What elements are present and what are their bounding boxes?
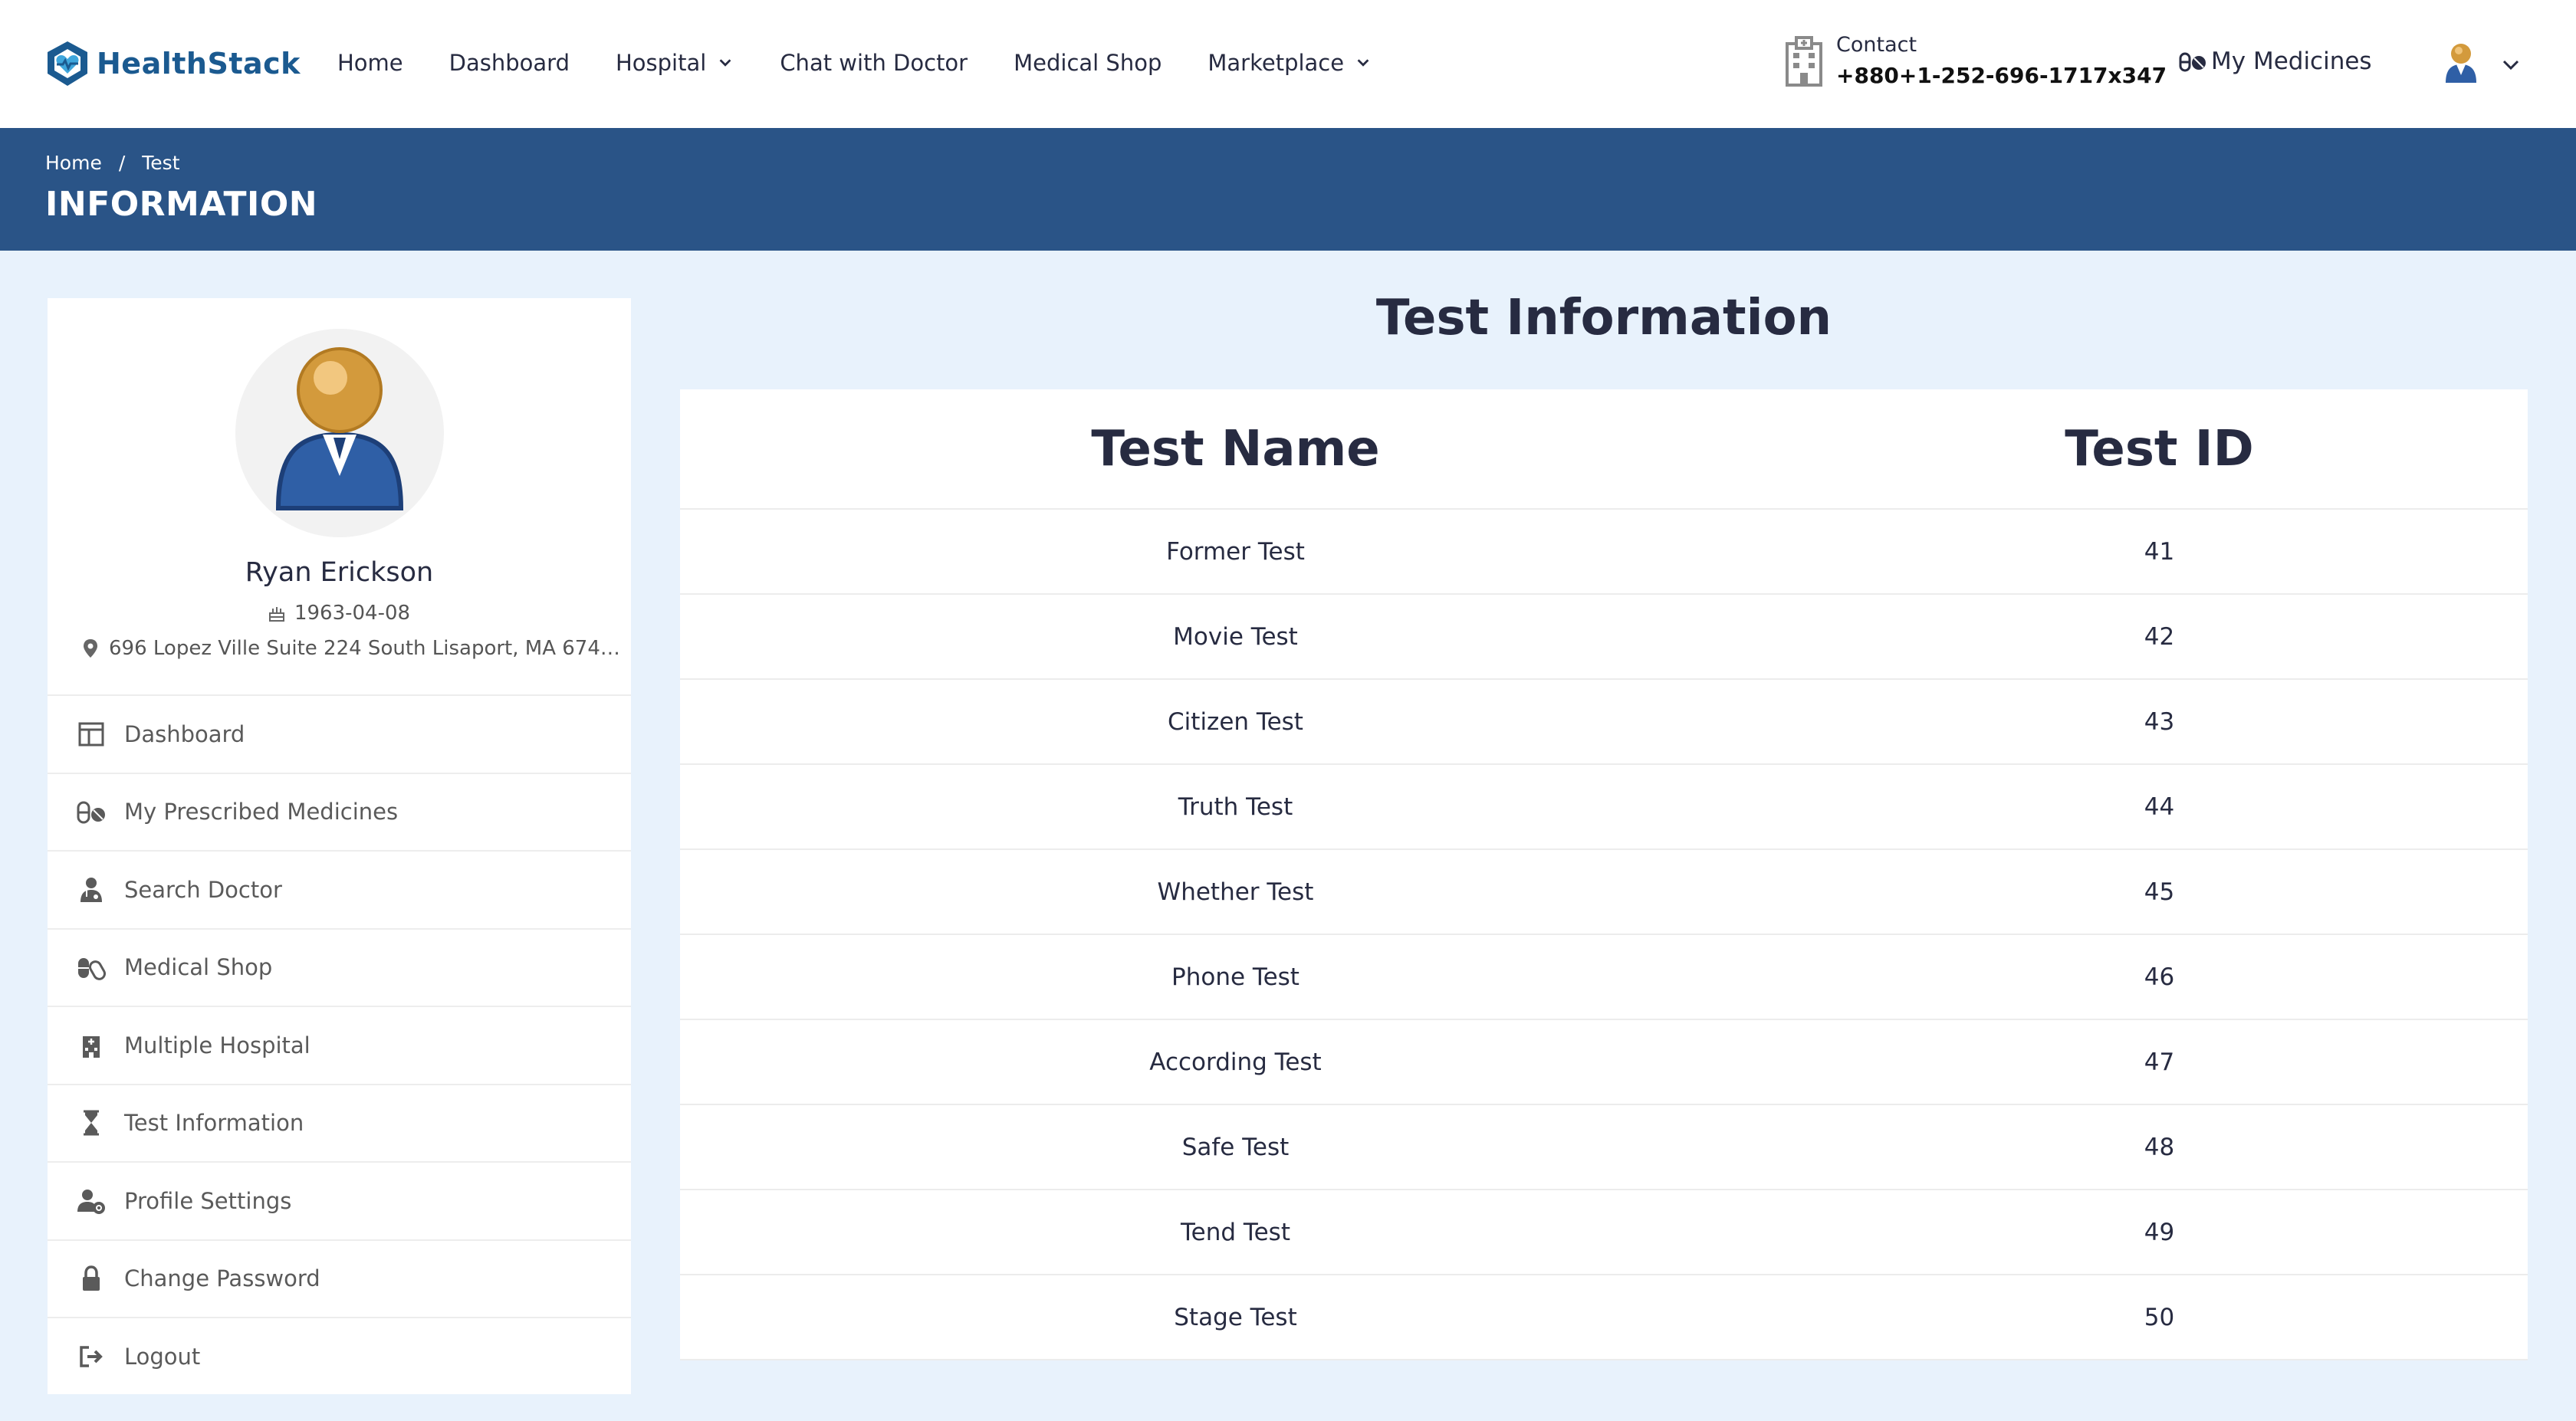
table-row: Movie Test 42 xyxy=(680,594,2528,680)
capsules-icon xyxy=(78,958,106,981)
table-row: Stage Test 50 xyxy=(680,1275,2528,1360)
test-name-cell: According Test xyxy=(680,1019,1791,1105)
profile-sidebar: Ryan Erickson 1963-04-08 696 Lopez Ville… xyxy=(48,298,631,1394)
sidebar-item-logout[interactable]: Logout xyxy=(48,1317,631,1395)
test-name-cell: Movie Test xyxy=(680,594,1791,680)
profile-avatar xyxy=(235,329,444,537)
chevron-down-icon xyxy=(1357,59,1369,67)
user-avatar-icon xyxy=(275,347,404,510)
sidebar-item-medical-shop[interactable]: Medical Shop xyxy=(48,927,631,1006)
test-id-cell: 47 xyxy=(1791,1019,2528,1105)
test-name-cell: Tend Test xyxy=(680,1190,1791,1275)
table-row: Phone Test 46 xyxy=(680,934,2528,1020)
test-name-cell: Safe Test xyxy=(680,1104,1791,1190)
sidebar-item-search-doctor[interactable]: Search Doctor xyxy=(48,850,631,928)
sidebar-item-test-information[interactable]: Test Information xyxy=(48,1083,631,1162)
table-header-row: Test Name Test ID xyxy=(680,389,2528,510)
table-row: Safe Test 48 xyxy=(680,1104,2528,1190)
doctor-icon xyxy=(80,877,102,902)
top-header: HealthStack Home Dashboard Hospital Chat… xyxy=(0,0,2576,128)
pills-icon xyxy=(2179,52,2206,72)
logo-icon xyxy=(48,41,87,86)
nav-chat-with-doctor[interactable]: Chat with Doctor xyxy=(780,50,968,76)
hourglass-icon xyxy=(84,1110,99,1136)
dashboard-icon xyxy=(78,722,104,747)
table-row: Truth Test 44 xyxy=(680,764,2528,850)
profile-dob: 1963-04-08 xyxy=(48,602,631,625)
user-cog-icon xyxy=(77,1189,105,1214)
breadcrumb-home[interactable]: Home xyxy=(45,152,102,174)
column-header-test-id: Test ID xyxy=(1791,389,2528,510)
test-id-cell: 42 xyxy=(1791,594,2528,680)
test-id-cell: 44 xyxy=(1791,764,2528,850)
sidebar-item-multiple-hospital[interactable]: Multiple Hospital xyxy=(48,1006,631,1084)
contact-phone[interactable]: +880+1-252-696-1717x347 xyxy=(1836,60,2167,92)
table-row: Tend Test 49 xyxy=(680,1190,2528,1275)
page-title: INFORMATION xyxy=(45,185,318,224)
my-medicines-link[interactable]: My Medicines xyxy=(2179,48,2372,75)
logo[interactable]: HealthStack xyxy=(43,38,301,89)
test-name-cell: Phone Test xyxy=(680,934,1791,1020)
profile-name: Ryan Erickson xyxy=(245,557,434,588)
birthday-cake-icon xyxy=(268,607,284,622)
nav-marketplace[interactable]: Marketplace xyxy=(1208,50,1372,76)
pills-icon xyxy=(77,801,105,824)
lock-icon xyxy=(83,1265,100,1291)
nav-medical-shop[interactable]: Medical Shop xyxy=(1014,50,1162,76)
column-header-test-name: Test Name xyxy=(680,389,1791,510)
test-id-cell: 41 xyxy=(1791,509,2528,595)
sidebar-item-my-prescribed-medicines[interactable]: My Prescribed Medicines xyxy=(48,772,631,851)
nav-hospital[interactable]: Hospital xyxy=(616,50,734,76)
test-id-cell: 43 xyxy=(1791,679,2528,765)
test-id-cell: 45 xyxy=(1791,849,2528,935)
test-table-card: Test Name Test ID Former Test 41 Movie Te… xyxy=(680,389,2528,1360)
table-row: According Test 47 xyxy=(680,1019,2528,1105)
chevron-down-icon xyxy=(719,59,731,67)
test-name-cell: Stage Test xyxy=(680,1275,1791,1360)
breadcrumb: Home / Test xyxy=(45,152,180,174)
test-id-cell: 50 xyxy=(1791,1275,2528,1360)
table-row: Former Test 41 xyxy=(680,509,2528,595)
table-row: Citizen Test 43 xyxy=(680,679,2528,765)
user-avatar-icon[interactable] xyxy=(2443,40,2479,84)
breadcrumb-current: Test xyxy=(142,152,180,174)
sidebar-item-dashboard[interactable]: Dashboard xyxy=(48,694,631,773)
profile-address: 696 Lopez Ville Suite 224 South Lisaport… xyxy=(83,637,619,660)
page-banner: Home / Test INFORMATION xyxy=(0,128,2576,251)
test-name-cell: Citizen Test xyxy=(680,679,1791,765)
test-id-cell: 48 xyxy=(1791,1104,2528,1190)
test-id-cell: 49 xyxy=(1791,1190,2528,1275)
section-title: Test Information xyxy=(1375,290,1832,346)
test-name-cell: Whether Test xyxy=(680,849,1791,935)
breadcrumb-separator: / xyxy=(118,152,126,174)
contact-info: Contact +880+1-252-696-1717x347 xyxy=(1783,31,2167,92)
test-id-cell: 46 xyxy=(1791,934,2528,1020)
hospital-building-icon xyxy=(1786,36,1822,87)
chevron-down-icon[interactable] xyxy=(2501,57,2521,74)
sidebar-menu: Dashboard My Prescribed Medicines Search… xyxy=(48,694,631,1395)
contact-label: Contact xyxy=(1836,33,1917,57)
logo-text: HealthStack xyxy=(97,47,301,80)
location-pin-icon xyxy=(84,639,97,658)
table-row: Whether Test 45 xyxy=(680,849,2528,935)
sidebar-item-profile-settings[interactable]: Profile Settings xyxy=(48,1161,631,1239)
test-name-cell: Former Test xyxy=(680,509,1791,595)
nav-home[interactable]: Home xyxy=(337,50,403,76)
logout-icon xyxy=(80,1346,103,1367)
nav-dashboard[interactable]: Dashboard xyxy=(449,50,570,76)
hospital-icon xyxy=(83,1035,100,1058)
sidebar-item-change-password[interactable]: Change Password xyxy=(48,1239,631,1318)
test-name-cell: Truth Test xyxy=(680,764,1791,850)
main-nav: Home Dashboard Hospital Chat with Doctor… xyxy=(337,46,1418,80)
test-table: Test Name Test ID Former Test 41 Movie Te… xyxy=(680,389,2528,1360)
